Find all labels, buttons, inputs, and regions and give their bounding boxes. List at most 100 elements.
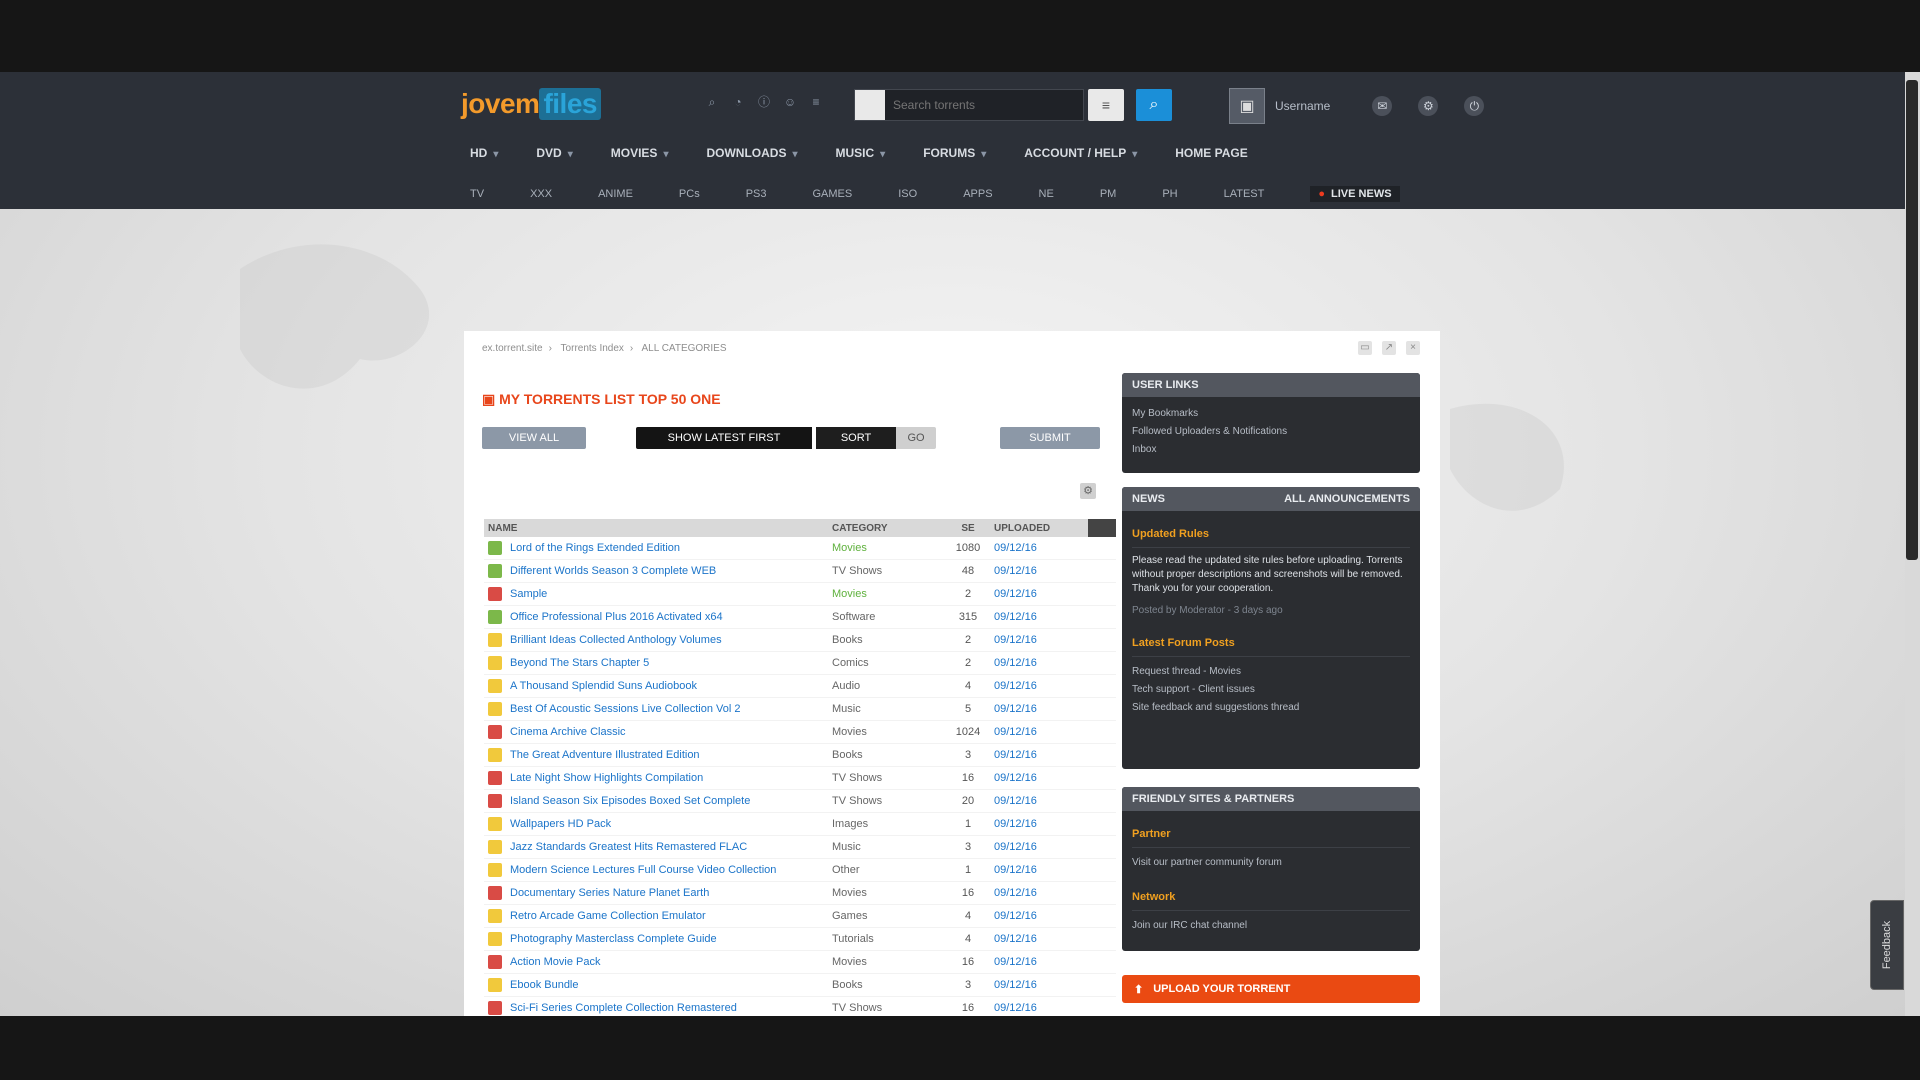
torrent-date[interactable]: 09/12/16 — [994, 772, 1037, 784]
nav-item[interactable]: FORUMS ▾ — [923, 146, 986, 160]
table-row[interactable]: Lord of the Rings Extended Edition Movies… — [484, 537, 1116, 560]
live-news-link[interactable]: ● LIVE NEWS — [1310, 186, 1400, 202]
torrent-date[interactable]: 09/12/16 — [994, 565, 1037, 577]
nav-item[interactable]: DOWNLOADS ▾ — [706, 146, 797, 160]
rss-icon[interactable]: ◔ — [731, 96, 745, 108]
panel-link[interactable]: Followed Uploaders & Notifications — [1132, 423, 1410, 441]
table-row[interactable]: Documentary Series Nature Planet Earth Mo… — [484, 881, 1116, 905]
torrent-category[interactable]: Software — [832, 611, 875, 623]
torrent-name-link[interactable]: Island Season Six Episodes Boxed Set Com… — [510, 795, 750, 807]
torrent-name-link[interactable]: Sci-Fi Series Complete Collection Remast… — [510, 1002, 737, 1014]
info-icon[interactable]: ⓘ — [757, 96, 771, 108]
torrent-category[interactable]: TV Shows — [832, 565, 882, 577]
torrent-date[interactable]: 09/12/16 — [994, 680, 1037, 692]
torrent-date[interactable]: 09/12/16 — [994, 634, 1037, 646]
table-settings-icon[interactable]: ⚙ — [1080, 483, 1096, 499]
search-input[interactable] — [885, 92, 1083, 118]
share-icon[interactable]: ↗ — [1382, 341, 1396, 355]
torrent-category[interactable]: Movies — [832, 887, 867, 899]
torrent-category[interactable]: Audio — [832, 680, 860, 692]
torrent-category[interactable]: Tutorials — [832, 933, 874, 945]
torrent-category[interactable]: Movies — [832, 726, 867, 738]
search-button[interactable]: ⌕ — [1136, 89, 1172, 121]
print-icon[interactable]: ▭ — [1358, 341, 1372, 355]
notifications-icon[interactable]: ✉ — [1372, 96, 1393, 116]
torrent-date[interactable]: 09/12/16 — [994, 588, 1037, 600]
table-row[interactable]: Office Professional Plus 2016 Activated … — [484, 605, 1116, 629]
torrent-name-link[interactable]: Retro Arcade Game Collection Emulator — [510, 910, 706, 922]
torrent-category[interactable]: Music — [832, 841, 861, 853]
network-link[interactable]: Join our IRC chat channel — [1132, 917, 1410, 935]
table-row[interactable]: Action Movie Pack Movies 16 09/12/16 — [484, 950, 1116, 974]
torrent-date[interactable]: 09/12/16 — [994, 1002, 1037, 1014]
torrent-date[interactable]: 09/12/16 — [994, 864, 1037, 876]
sort-go-button[interactable]: GO — [896, 427, 936, 449]
table-row[interactable]: Wallpapers HD Pack Images 1 09/12/16 — [484, 812, 1116, 836]
torrent-category[interactable]: Comics — [832, 657, 869, 669]
torrent-name-link[interactable]: Modern Science Lectures Full Course Vide… — [510, 864, 776, 876]
torrent-category[interactable]: Books — [832, 749, 863, 761]
table-row[interactable]: Sci-Fi Series Complete Collection Remast… — [484, 996, 1116, 1016]
partner-link[interactable]: Visit our partner community forum — [1132, 854, 1410, 872]
forum-post-link[interactable]: Site feedback and suggestions thread — [1132, 699, 1410, 717]
torrent-category[interactable]: Games — [832, 910, 867, 922]
torrent-date[interactable]: 09/12/16 — [994, 795, 1037, 807]
subnav-item[interactable]: ISO — [898, 188, 917, 200]
scrollbar-thumb[interactable] — [1906, 80, 1918, 560]
torrent-name-link[interactable]: Wallpapers HD Pack — [510, 818, 611, 830]
site-logo[interactable]: jovem files — [461, 86, 601, 122]
torrent-date[interactable]: 09/12/16 — [994, 657, 1037, 669]
sort-field-select[interactable]: SORT — [816, 427, 896, 449]
feedback-tab[interactable]: Feedback — [1870, 900, 1904, 990]
torrent-name-link[interactable]: Office Professional Plus 2016 Activated … — [510, 611, 723, 623]
settings-icon[interactable]: ⚙ — [1418, 96, 1439, 116]
torrent-name-link[interactable]: Late Night Show Highlights Compilation — [510, 772, 703, 784]
panel-link[interactable]: My Bookmarks — [1132, 405, 1410, 423]
torrent-name-link[interactable]: The Great Adventure Illustrated Edition — [510, 749, 700, 761]
torrent-date[interactable]: 09/12/16 — [994, 933, 1037, 945]
nav-item[interactable]: HD ▾ — [470, 146, 498, 160]
torrent-name-link[interactable]: Action Movie Pack — [510, 956, 600, 968]
torrent-name-link[interactable]: Beyond The Stars Chapter 5 — [510, 657, 649, 669]
nav-item[interactable]: HOME PAGE — [1175, 146, 1247, 160]
list-icon[interactable]: ≡ — [809, 96, 823, 108]
subnav-item[interactable]: PCs — [679, 188, 700, 200]
view-all-button[interactable]: VIEW ALL — [482, 427, 586, 449]
torrent-name-link[interactable]: Sample — [510, 588, 547, 600]
table-row[interactable]: Different Worlds Season 3 Complete WEB TV… — [484, 559, 1116, 583]
search-category-checkbox[interactable] — [855, 90, 885, 120]
torrent-name-link[interactable]: Best Of Acoustic Sessions Live Collectio… — [510, 703, 741, 715]
torrent-category[interactable]: Books — [832, 634, 863, 646]
table-row[interactable]: Beyond The Stars Chapter 5 Comics 2 09/12/1… — [484, 651, 1116, 675]
torrent-category[interactable]: Movies — [832, 588, 867, 600]
subnav-item[interactable]: PS3 — [746, 188, 767, 200]
torrent-date[interactable]: 09/12/16 — [994, 818, 1037, 830]
torrent-name-link[interactable]: Photography Masterclass Complete Guide — [510, 933, 717, 945]
search-icon[interactable]: ⌕ — [705, 96, 719, 108]
subnav-item[interactable]: GAMES — [813, 188, 853, 200]
forum-heading[interactable]: Latest Forum Posts — [1132, 628, 1410, 657]
torrent-name-link[interactable]: Cinema Archive Classic — [510, 726, 626, 738]
subnav-item[interactable]: APPS — [963, 188, 992, 200]
news-heading[interactable]: Updated Rules — [1132, 519, 1410, 548]
close-icon[interactable]: × — [1406, 341, 1420, 355]
panel-link[interactable]: Inbox — [1132, 441, 1410, 459]
breadcrumb-item[interactable]: ex.torrent.site — [482, 343, 543, 354]
torrent-date[interactable]: 09/12/16 — [994, 749, 1037, 761]
torrent-name-link[interactable]: A Thousand Splendid Suns Audiobook — [510, 680, 697, 692]
nav-item[interactable]: ACCOUNT / HELP ▾ — [1024, 146, 1137, 160]
subnav-item[interactable]: XXX — [530, 188, 552, 200]
nav-item[interactable]: MUSIC ▾ — [836, 146, 886, 160]
submit-button[interactable]: SUBMIT — [1000, 427, 1100, 449]
table-row[interactable]: Ebook Bundle Books 3 09/12/16 — [484, 973, 1116, 997]
breadcrumb-item[interactable]: Torrents Index — [561, 343, 624, 354]
torrent-name-link[interactable]: Documentary Series Nature Planet Earth — [510, 887, 709, 899]
advanced-search-button[interactable]: ≡ — [1088, 89, 1124, 121]
table-row[interactable]: Jazz Standards Greatest Hits Remastered … — [484, 835, 1116, 859]
col-category[interactable]: CATEGORY — [828, 519, 946, 537]
table-row[interactable]: Island Season Six Episodes Boxed Set Com… — [484, 789, 1116, 813]
logout-icon[interactable]: ⏻ — [1464, 96, 1485, 116]
torrent-date[interactable]: 09/12/16 — [994, 910, 1037, 922]
col-seeds[interactable]: SE — [946, 519, 990, 537]
torrent-category[interactable]: Movies — [832, 542, 867, 554]
